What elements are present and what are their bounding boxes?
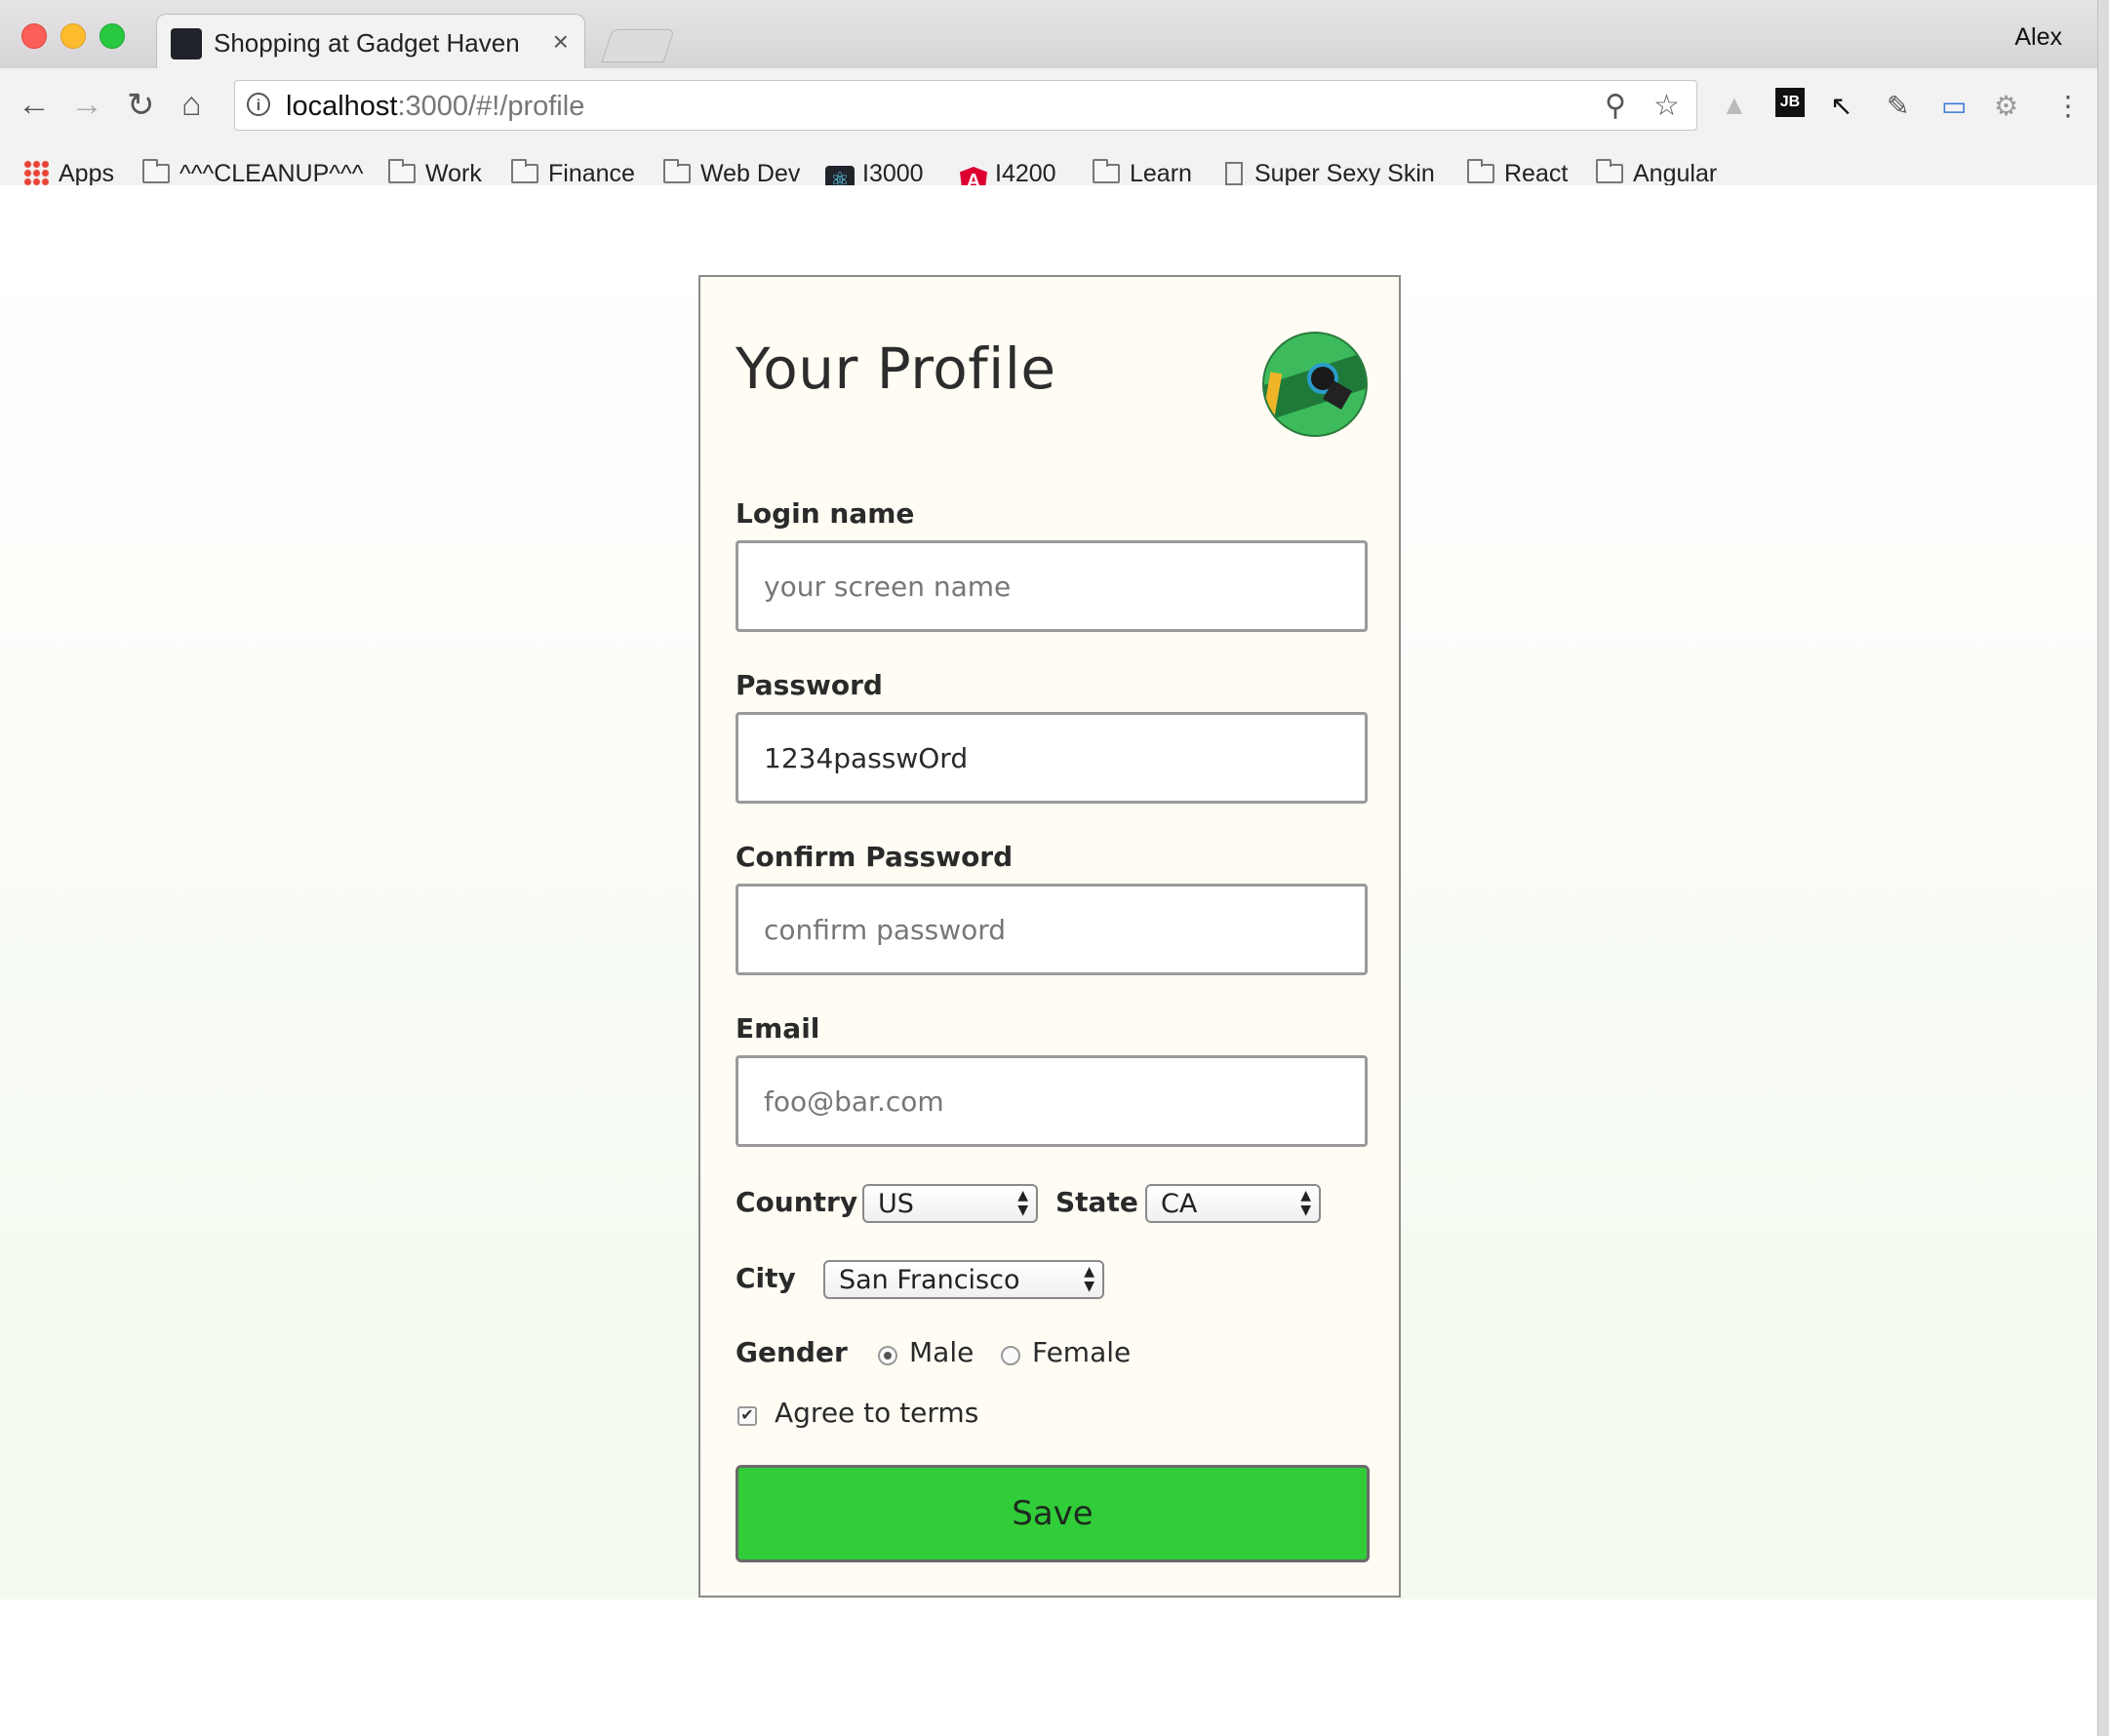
- jetbrains-extension-icon[interactable]: JB: [1775, 88, 1805, 117]
- select-arrows-icon: ▲ ▼: [1017, 1188, 1028, 1218]
- folder-icon: [1093, 159, 1120, 183]
- bookmark-label: Web Dev: [700, 160, 801, 187]
- confirm-password-input[interactable]: [736, 884, 1368, 975]
- city-select[interactable]: San Francisco ▲ ▼: [823, 1260, 1104, 1299]
- gender-male-label[interactable]: Male: [909, 1336, 974, 1368]
- color-picker-icon[interactable]: ✎: [1887, 90, 1909, 122]
- bookmark-super-sexy-skin[interactable]: Super Sexy Skin: [1225, 160, 1435, 188]
- bookmark-label: I4200: [995, 160, 1056, 187]
- info-icon[interactable]: i: [247, 93, 270, 116]
- bookmark-cleanup[interactable]: ^^^CLEANUP^^^: [142, 159, 364, 188]
- folder-icon: [142, 159, 170, 183]
- url-text[interactable]: localhost:3000/#!/profile: [286, 91, 584, 123]
- bookmark-label: React: [1504, 160, 1569, 187]
- gender-female-label[interactable]: Female: [1032, 1336, 1131, 1368]
- country-select-value: US: [878, 1189, 914, 1219]
- tab-title: Shopping at Gadget Haven: [214, 28, 520, 58]
- folder-icon: [663, 159, 691, 183]
- bookmark-star-icon[interactable]: ☆: [1653, 89, 1680, 123]
- email-label: Email: [736, 1012, 820, 1045]
- folder-icon: [1467, 159, 1494, 183]
- state-select-value: CA: [1161, 1189, 1198, 1219]
- zoom-icon[interactable]: ⚲: [1605, 89, 1626, 123]
- bookmark-label: Angular: [1633, 160, 1718, 187]
- bookmark-label: I3000: [862, 160, 924, 187]
- apps-grid-icon: [23, 160, 49, 185]
- city-select-value: San Francisco: [839, 1265, 1020, 1295]
- select-arrows-icon: ▲ ▼: [1300, 1188, 1311, 1218]
- new-tab-button[interactable]: [601, 29, 675, 62]
- back-icon[interactable]: ←: [18, 86, 51, 124]
- email-input[interactable]: [736, 1055, 1368, 1147]
- bookmark-label: Work: [425, 160, 482, 187]
- bookmark-web-dev[interactable]: Web Dev: [663, 159, 801, 188]
- url-path: :3000/#!/profile: [397, 91, 585, 122]
- bookmark-react[interactable]: React: [1467, 159, 1569, 188]
- drive-icon[interactable]: ▲: [1721, 90, 1748, 121]
- menu-icon[interactable]: ⋮: [2054, 90, 2082, 122]
- password-label: Password: [736, 669, 883, 701]
- settings-gear-icon[interactable]: ⚙: [1994, 90, 2018, 122]
- zoom-window-button[interactable]: [99, 23, 125, 49]
- page-footer-area: [0, 1599, 2097, 1736]
- gender-label: Gender: [736, 1336, 848, 1368]
- bookmark-apps[interactable]: Apps: [23, 160, 114, 188]
- minimize-window-button[interactable]: [60, 23, 86, 49]
- react-favicon-icon: [171, 28, 202, 59]
- confirm-password-label: Confirm Password: [736, 841, 1014, 873]
- folder-icon: [1596, 159, 1623, 183]
- tab-close-icon[interactable]: ×: [553, 26, 569, 58]
- bookmark-work[interactable]: Work: [388, 159, 482, 188]
- browser-tab[interactable]: Shopping at Gadget Haven ×: [156, 14, 585, 70]
- document-icon: [1225, 162, 1243, 185]
- close-window-button[interactable]: [21, 23, 47, 49]
- login-name-label: Login name: [736, 497, 915, 530]
- bookmark-label: Super Sexy Skin: [1254, 160, 1435, 187]
- password-input[interactable]: [736, 712, 1368, 804]
- select-arrows-icon: ▲ ▼: [1084, 1264, 1094, 1294]
- state-label: State: [1055, 1186, 1138, 1218]
- agree-terms-checkbox[interactable]: ✔: [737, 1406, 757, 1426]
- forward-icon[interactable]: →: [70, 86, 103, 124]
- window-titlebar: Shopping at Gadget Haven × Alex: [0, 0, 2109, 70]
- bookmark-angular[interactable]: Angular: [1596, 159, 1718, 188]
- screen-capture-icon[interactable]: ▭: [1941, 90, 1967, 122]
- city-label: City: [736, 1262, 796, 1294]
- bookmark-finance[interactable]: Finance: [511, 159, 635, 188]
- save-button[interactable]: Save: [736, 1465, 1370, 1562]
- gender-male-radio[interactable]: [878, 1346, 897, 1365]
- bookmark-label: Finance: [548, 160, 635, 187]
- bookmark-learn[interactable]: Learn: [1093, 159, 1192, 188]
- url-host: localhost: [286, 91, 398, 122]
- window-edge: [2097, 0, 2109, 1736]
- folder-icon: [388, 159, 416, 183]
- login-name-input[interactable]: [736, 540, 1368, 632]
- agree-terms-label[interactable]: Agree to terms: [775, 1397, 978, 1429]
- bookmark-label: Apps: [59, 160, 114, 187]
- profile-name[interactable]: Alex: [2014, 23, 2062, 52]
- cursor-coordinates-icon[interactable]: ↖: [1830, 90, 1852, 122]
- bookmark-label: ^^^CLEANUP^^^: [179, 160, 364, 187]
- avatar[interactable]: [1262, 332, 1368, 437]
- country-label: Country: [736, 1186, 858, 1218]
- page-title: Your Profile: [736, 335, 1056, 402]
- folder-icon: [511, 159, 538, 183]
- bookmark-label: Learn: [1130, 160, 1192, 187]
- profile-card: Your Profile Login name Password Confirm…: [698, 275, 1401, 1598]
- state-select[interactable]: CA ▲ ▼: [1145, 1184, 1321, 1223]
- country-select[interactable]: US ▲ ▼: [862, 1184, 1038, 1223]
- address-bar[interactable]: i localhost:3000/#!/profile ⚲ ☆: [234, 80, 1697, 131]
- home-icon[interactable]: ⌂: [181, 86, 202, 124]
- gender-female-radio[interactable]: [1001, 1346, 1020, 1365]
- reload-icon[interactable]: ↻: [127, 86, 155, 125]
